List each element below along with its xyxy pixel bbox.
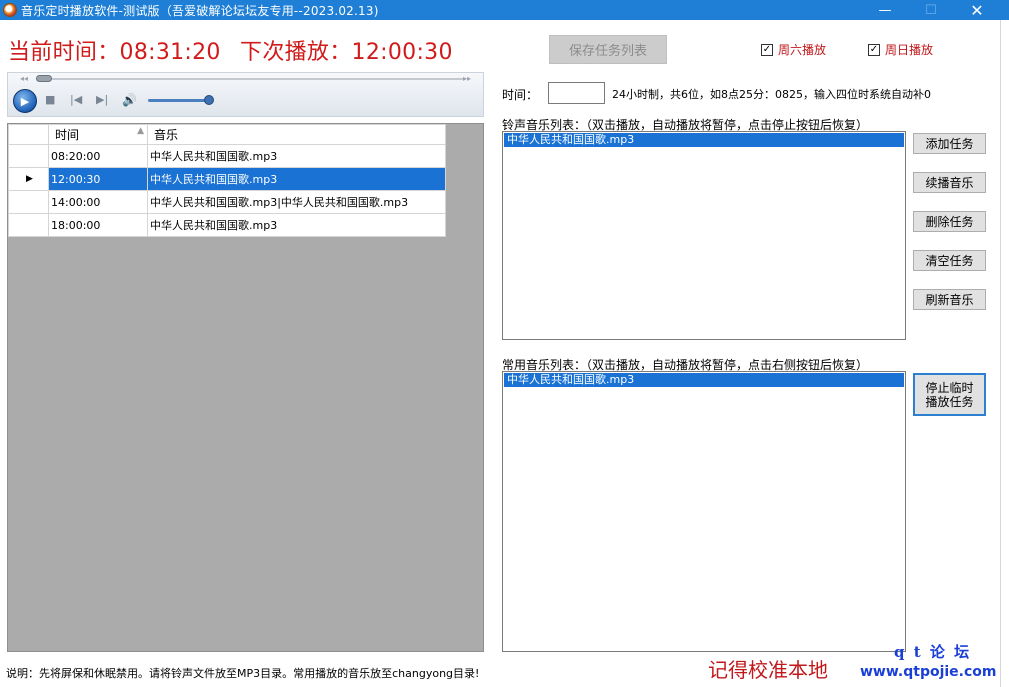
minimize-button[interactable]: — [862,0,908,20]
previous-icon[interactable]: |◀ [70,93,82,106]
cell-music[interactable]: 中华人民共和国国歌.mp3 [147,213,446,237]
cell-music[interactable]: 中华人民共和国国歌.mp3 [147,167,446,191]
seek-thumb[interactable] [36,75,52,82]
window-edge [1000,20,1009,687]
current-time-label: 当前时间：08:31:20 [8,40,221,65]
refresh-music-button[interactable]: 刷新音乐 [913,289,986,310]
table-row[interactable]: 18:00:00 中华人民共和国国歌.mp3 [8,213,446,237]
grid-header-row: 时间 ▲ 音乐 [8,124,446,145]
volume-slider[interactable] [148,99,210,102]
play-icon[interactable]: ▶ [13,89,37,113]
continue-music-button[interactable]: 续播音乐 [913,172,986,193]
logo-text-bottom: www.qtpojie.com [860,664,997,680]
seek-bar[interactable] [36,78,464,80]
checkbox-check-icon: ✓ [761,43,773,56]
saturday-label: 周六播放 [778,43,827,57]
row-header[interactable] [8,190,49,214]
stop-icon[interactable]: ■ [45,93,55,106]
media-player: ◂◂ ▸▸ ▶ ■ |◀ ▶| 🔊 [7,72,484,117]
maximize-button[interactable]: ☐ [908,0,954,20]
add-task-button[interactable]: 添加任务 [913,133,986,154]
footer-note: 说明：先将屏保和休眠禁用。请将铃声文件放至MP3目录。常用播放的音乐放至chan… [6,667,480,680]
ringtone-listbox[interactable]: 中华人民共和国国歌.mp3 [502,131,906,340]
volume-icon[interactable]: 🔊 [122,93,137,107]
common-listbox[interactable]: 中华人民共和国国歌.mp3 [502,371,906,652]
task-grid[interactable]: 时间 ▲ 音乐 08:20:00 中华人民共和国国歌.mp3 ▶ 12:00:3… [7,123,484,652]
volume-thumb[interactable] [203,95,214,105]
row-header-corner [8,124,49,145]
logo-text-top: q t 论 坛 [894,643,972,661]
cell-time[interactable]: 14:00:00 [48,190,148,214]
cell-time[interactable]: 18:00:00 [48,213,148,237]
table-row[interactable]: ▶ 12:00:30 中华人民共和国国歌.mp3 [8,167,446,191]
next-icon[interactable]: ▶| [96,93,108,106]
maximize-icon: ☐ [925,2,937,18]
list-item[interactable]: 中华人民共和国国歌.mp3 [504,373,904,387]
window-title: 音乐定时播放软件-测试版（吾爱破解论坛坛友专用--2023.02.13) [21,3,379,18]
column-header-time[interactable]: 时间 ▲ [48,124,148,145]
column-header-music[interactable]: 音乐 [147,124,446,145]
next-play-label: 下次播放：12:00:30 [240,40,453,65]
close-button[interactable]: ✕ [954,0,1000,20]
cell-time[interactable]: 12:00:30 [48,167,148,191]
time-format-hint: 24小时制，共6位，如8点25分：0825，输入四位时系统自动补0 [612,88,931,101]
fast-forward-icon[interactable]: ▸▸ [463,74,471,83]
clock-display: 当前时间：08:31:20 下次播放：12:00:30 [8,34,465,66]
save-task-list-button[interactable]: 保存任务列表 [549,35,667,64]
rewind-icon[interactable]: ◂◂ [20,74,28,83]
time-input[interactable] [548,82,605,104]
table-row[interactable]: 08:20:00 中华人民共和国国歌.mp3 [8,144,446,168]
current-row-arrow-icon: ▶ [26,174,33,184]
cell-music[interactable]: 中华人民共和国国歌.mp3|中华人民共和国国歌.mp3 [147,190,446,214]
saturday-checkbox[interactable]: ✓ 周六播放 [761,41,826,58]
app-icon [3,3,17,17]
close-icon: ✕ [970,0,984,20]
time-label: 时间： [502,88,539,102]
clear-tasks-button[interactable]: 清空任务 [913,250,986,271]
title-bar: 音乐定时播放软件-测试版（吾爱破解论坛坛友专用--2023.02.13) — ☐… [0,0,1009,20]
row-header[interactable] [8,213,49,237]
sort-ascending-icon: ▲ [137,126,144,136]
delete-task-button[interactable]: 删除任务 [913,211,986,232]
row-header[interactable] [8,144,49,168]
stop-temporary-play-button[interactable]: 停止临时播放任务 [913,373,986,416]
row-header[interactable]: ▶ [8,167,49,191]
list-item[interactable]: 中华人民共和国国歌.mp3 [504,133,904,147]
sunday-checkbox[interactable]: ✓ 周日播放 [868,41,933,58]
sunday-label: 周日播放 [885,43,934,57]
minimize-icon: — [878,2,892,18]
checkbox-check-icon: ✓ [868,43,880,56]
cell-music[interactable]: 中华人民共和国国歌.mp3 [147,144,446,168]
cell-time[interactable]: 08:20:00 [48,144,148,168]
watermark-text: 记得校准本地 [708,658,828,682]
table-row[interactable]: 14:00:00 中华人民共和国国歌.mp3|中华人民共和国国歌.mp3 [8,190,446,214]
